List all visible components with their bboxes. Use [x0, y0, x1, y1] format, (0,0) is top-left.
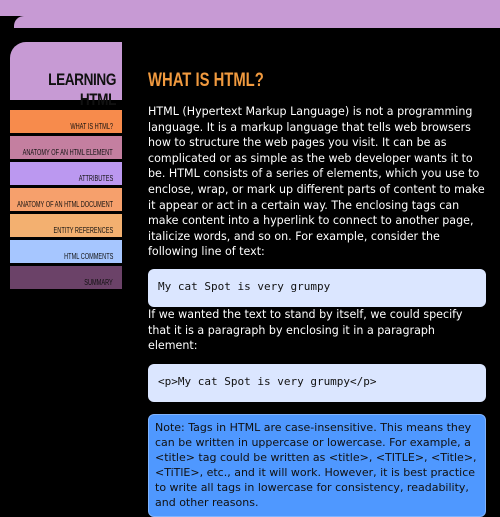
nav-item-label: HTML comments — [63, 252, 113, 261]
intro-paragraph: HTML (Hypertext Markup Language) is not … — [148, 105, 485, 259]
nav-item-anatomy-document[interactable]: Anatomy of an HTML document — [10, 188, 122, 211]
nav-item-anatomy-element[interactable]: Anatomy of an HTML element — [10, 136, 122, 159]
top-bar — [0, 0, 500, 16]
nav-item-label: Summary — [84, 278, 113, 287]
nav-item-label: What is HTML? — [70, 122, 113, 131]
nav-item-label: Entity references — [53, 226, 113, 235]
paragraph-element-explanation: If we wanted the text to stand by itself… — [148, 307, 463, 353]
logo-text: LEARNING HTML — [48, 70, 116, 109]
logo-block: LEARNING HTML — [10, 42, 122, 109]
main-content: HTML (Hypertext Markup Language) is not … — [148, 104, 486, 517]
code-example-paragraph: <p>My cat Spot is very grumpy</p> — [148, 363, 486, 402]
case-insensitivity-note: Note: Tags in HTML are case-insensitive.… — [148, 413, 486, 517]
nav-item-attributes[interactable]: Attributes — [10, 162, 122, 185]
sidebar-nav: What is HTML? Anatomy of an HTML element… — [10, 110, 122, 292]
page-title: WHAT IS HTML? — [148, 70, 264, 91]
nav-item-label: Anatomy of an HTML document — [17, 200, 113, 209]
nav-item-summary[interactable]: Summary — [10, 266, 122, 289]
nav-item-label: Anatomy of an HTML element — [22, 148, 113, 157]
nav-item-label: Attributes — [78, 174, 113, 183]
nav-item-entity-references[interactable]: Entity references — [10, 214, 122, 237]
nav-item-html-comments[interactable]: HTML comments — [10, 240, 122, 263]
nav-item-what-is-html[interactable]: What is HTML? — [10, 110, 122, 133]
top-bar-curve — [14, 16, 500, 28]
code-example-plain: My cat Spot is very grumpy — [148, 268, 486, 307]
